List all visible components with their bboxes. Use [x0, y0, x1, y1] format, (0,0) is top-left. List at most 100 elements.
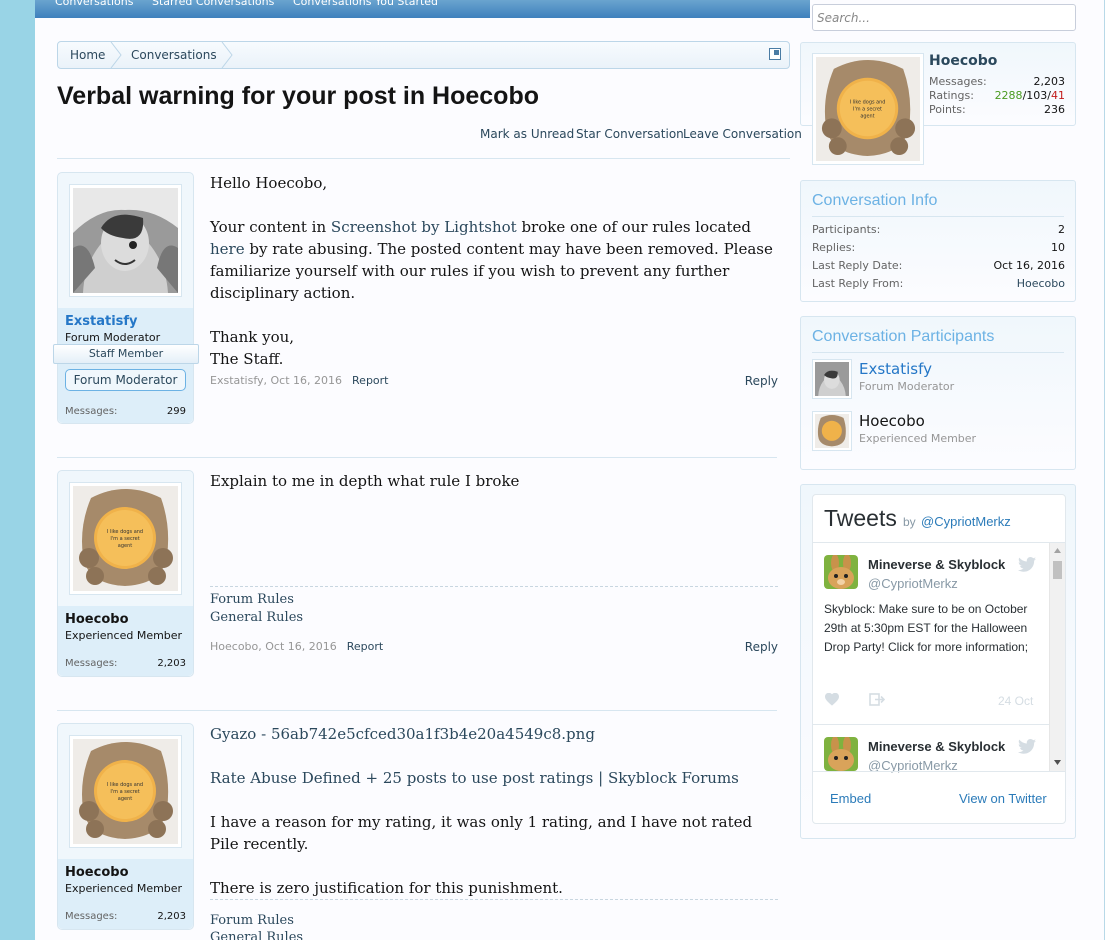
embed-link[interactable]: Embed — [830, 791, 871, 806]
last-reply-user-link[interactable]: Hoecobo — [1017, 277, 1065, 290]
gyazo-link[interactable]: Gyazo - 56ab742e5cfced30a1f3b4e20a4549c8… — [210, 725, 595, 743]
conversation-info-title: Conversation Info — [812, 192, 938, 209]
scroll-up-arrow-icon[interactable] — [1054, 548, 1061, 553]
username[interactable]: Hoecobo — [65, 865, 129, 880]
tab-conversations-you-started[interactable]: Conversations You Started — [293, 0, 438, 8]
message-body: Explain to me in depth what rule I broke — [210, 472, 520, 490]
signature-forum-rules-link[interactable]: Forum Rules — [210, 592, 294, 607]
avatar-hoecobo-image — [815, 414, 849, 448]
visitor-points-label: Points: — [929, 103, 966, 116]
tweet-author[interactable]: Mineverse & Skyblock — [868, 557, 1005, 572]
info-value: Oct 16, 2016 — [993, 259, 1066, 272]
participant-avatar[interactable] — [812, 411, 852, 451]
signature-general-rules-link[interactable]: General Rules — [210, 930, 303, 940]
visitor-ratings-label: Ratings: — [929, 89, 974, 102]
report-link[interactable]: Report — [347, 640, 383, 653]
message-signoff-staff: The Staff. — [210, 350, 284, 368]
avatar-hoecobo-image: I like dogs and I'm a secret agent — [816, 57, 920, 161]
message-separator — [57, 457, 777, 458]
tweet-avatar[interactable] — [824, 737, 858, 771]
staff-member-badge: Staff Member — [53, 344, 199, 364]
message-author-date[interactable]: Hoecobo, Oct 16, 2016 — [210, 640, 337, 653]
reply-link[interactable]: Reply — [745, 374, 778, 388]
twitter-bird-icon[interactable] — [1018, 739, 1036, 754]
avatar-exstatisfy-image — [73, 188, 178, 293]
participant-avatar[interactable] — [812, 359, 852, 399]
user-banner: Forum Moderator — [65, 369, 186, 391]
star-conversation-link[interactable]: Star Conversation — [576, 127, 684, 141]
visitor-ratings: 2288/103/41 — [994, 89, 1065, 102]
message-paragraph: Your content in Screenshot by Lightshot … — [210, 218, 773, 302]
popout-icon[interactable] — [769, 48, 781, 60]
twitter-timeline: Tweets by @CypriotMerkz Mineverse & Skyb… — [812, 494, 1066, 824]
breadcrumb-arrow-icon — [221, 42, 233, 68]
message-user-info: I like dogs and I'm a secret agent Hoeco… — [57, 470, 194, 677]
signature-general-rules-link[interactable]: General Rules — [210, 610, 303, 625]
breadcrumb-arrow-icon — [110, 42, 122, 68]
visitor-avatar[interactable]: I like dogs and I'm a secret agent — [812, 53, 924, 165]
scroll-down-arrow-icon[interactable] — [1054, 760, 1061, 765]
message: Exstatisfy Forum Moderator Staff Member … — [53, 172, 790, 462]
message-paragraph: There is zero justification for this pun… — [210, 879, 563, 897]
signature-forum-rules-link[interactable]: Forum Rules — [210, 913, 294, 928]
signature-divider — [210, 899, 778, 900]
avatar[interactable]: I like dogs and I'm a secret agent — [69, 735, 182, 848]
leave-conversation-link[interactable]: Leave Conversation — [683, 127, 802, 141]
heart-icon[interactable] — [825, 693, 839, 706]
svg-text:I like dogs and: I like dogs and — [107, 782, 143, 788]
message-body: Gyazo - 56ab742e5cfced30a1f3b4e20a4549c8… — [210, 723, 780, 899]
page-title: Verbal warning for your post in Hoecobo — [57, 82, 539, 110]
rate-abuse-link[interactable]: Rate Abuse Defined + 25 posts to use pos… — [210, 769, 739, 787]
user-title: Forum Moderator — [65, 331, 161, 344]
screenshot-link[interactable]: Screenshot by Lightshot — [331, 218, 517, 236]
message-signoff: Thank you, — [210, 328, 295, 346]
avatar[interactable] — [69, 184, 182, 297]
tweet-date[interactable]: 24 Oct — [998, 694, 1033, 708]
participant-name[interactable]: Exstatisfy — [859, 360, 932, 378]
tweet-handle[interactable]: @CypriotMerkz — [868, 576, 958, 591]
tab-conversations[interactable]: Conversations — [55, 0, 133, 8]
breadcrumb-home[interactable]: Home — [70, 42, 105, 68]
tweets-header: Tweets by @CypriotMerkz — [813, 495, 1065, 543]
svg-text:agent: agent — [118, 543, 132, 549]
visitor-messages-label: Messages: — [929, 75, 987, 88]
username[interactable]: Hoecobo — [65, 612, 129, 627]
user-title: Experienced Member — [65, 882, 183, 895]
message-author-date[interactable]: Exstatisfy, Oct 16, 2016 — [210, 374, 342, 387]
share-icon[interactable] — [869, 693, 885, 706]
tweets-by: by — [903, 515, 916, 529]
tweets-handle-link[interactable]: @CypriotMerkz — [921, 514, 1011, 529]
info-value: 2 — [1058, 223, 1065, 236]
visitor-username[interactable]: Hoecobo — [929, 53, 997, 69]
username[interactable]: Exstatisfy — [65, 314, 138, 329]
report-link[interactable]: Report — [352, 374, 388, 387]
tweet-text: Skyblock: Make sure to be on October 29t… — [824, 602, 1029, 654]
twitter-bird-icon[interactable] — [1018, 557, 1036, 572]
signature-divider — [210, 586, 778, 587]
visitor-panel: I like dogs and I'm a secret agent Hoeco… — [800, 42, 1076, 165]
messages-label: Messages: — [65, 658, 118, 669]
search-input[interactable]: Search... — [812, 4, 1076, 31]
scrollbar-thumb[interactable] — [1053, 561, 1062, 579]
svg-text:I'm a secret: I'm a secret — [853, 106, 882, 112]
mark-as-unread-link[interactable]: Mark as Unread — [480, 127, 574, 141]
tweets-scrollbar[interactable] — [1049, 543, 1065, 771]
participant-name[interactable]: Hoecobo — [859, 412, 925, 430]
tab-starred-conversations[interactable]: Starred Conversations — [152, 0, 274, 8]
reply-link[interactable]: Reply — [745, 640, 778, 654]
tweet-divider — [813, 724, 1049, 725]
message-greeting: Hello Hoecobo, — [210, 174, 328, 192]
avatar[interactable]: I like dogs and I'm a secret agent — [69, 482, 182, 595]
tweet-author[interactable]: Mineverse & Skyblock — [868, 739, 1005, 754]
participants-panel: Conversation Participants Exstatisfy For… — [800, 316, 1076, 470]
messages-count: 299 — [166, 406, 186, 417]
tweet-avatar[interactable] — [824, 555, 858, 589]
rules-link[interactable]: here — [210, 240, 245, 258]
breadcrumb-conversations[interactable]: Conversations — [131, 42, 217, 68]
message-meta: Exstatisfy, Oct 16, 2016 Report — [210, 374, 389, 387]
messages-count: 2,203 — [157, 911, 186, 922]
svg-text:I'm a secret: I'm a secret — [110, 536, 139, 542]
info-label: Last Reply From: — [812, 277, 904, 290]
view-on-twitter-link[interactable]: View on Twitter — [959, 791, 1047, 806]
avatar-exstatisfy-image — [815, 362, 849, 396]
